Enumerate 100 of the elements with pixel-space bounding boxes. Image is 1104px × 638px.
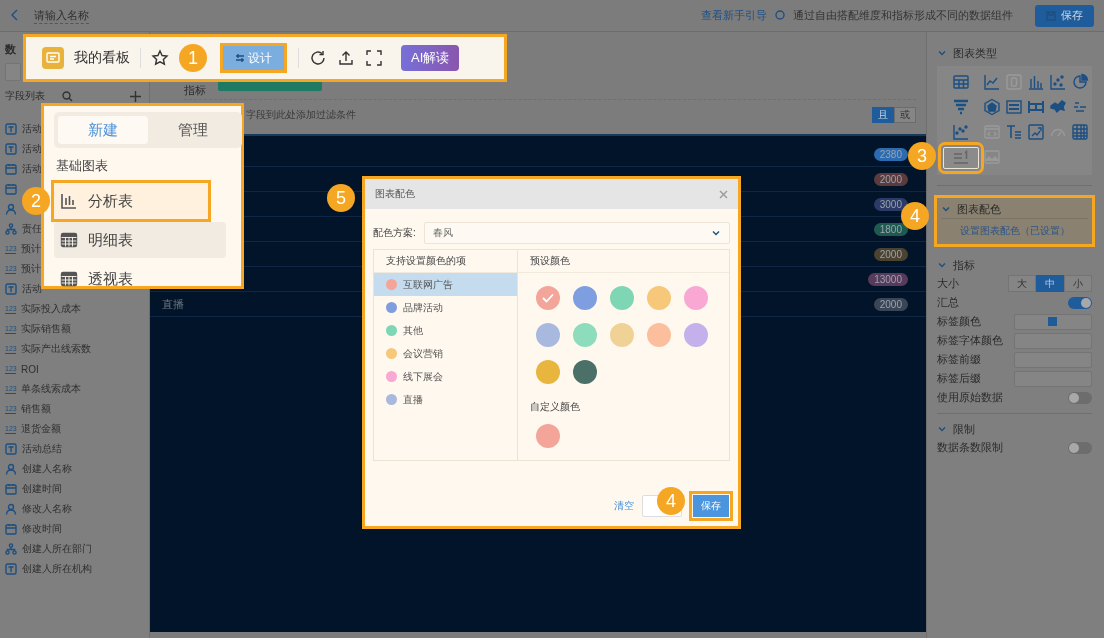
section-title: 限制 xyxy=(953,421,975,437)
field-item[interactable]: 创建人所在部门 xyxy=(22,542,92,556)
column-header: 预设颜色 xyxy=(518,250,729,273)
chevron-icon xyxy=(937,424,947,434)
section-title: 基础图表 xyxy=(56,157,109,175)
logic-toggle[interactable]: 且 xyxy=(872,107,894,124)
field-item[interactable]: 实际销售额 xyxy=(21,322,71,336)
series-item[interactable]: 其他 xyxy=(374,319,517,342)
toggle-switch[interactable] xyxy=(1068,391,1092,404)
series-item[interactable]: 品牌活动 xyxy=(374,296,517,319)
step-number: 4 xyxy=(901,202,929,230)
ai-button[interactable]: AI解读 xyxy=(401,45,460,71)
person-icon xyxy=(5,203,17,215)
toggle-switch[interactable] xyxy=(1068,441,1092,454)
row-label: 直播 xyxy=(162,297,184,310)
size-option[interactable]: 大 xyxy=(1008,275,1036,292)
field-item[interactable]: 活动总结 xyxy=(22,442,62,456)
value-badge: 13000 xyxy=(868,272,908,286)
field-item[interactable]: 创建人名称 xyxy=(22,462,72,476)
size-option[interactable]: 中 xyxy=(1036,275,1064,292)
color-swatch[interactable] xyxy=(610,323,634,347)
scheme-select[interactable]: 春风 xyxy=(423,222,730,244)
series-item[interactable]: 会议营销 xyxy=(374,342,517,365)
color-swatch[interactable] xyxy=(536,323,560,347)
color-swatch[interactable] xyxy=(647,323,671,347)
series-item[interactable]: 互联网广告 xyxy=(374,273,517,296)
search-icon xyxy=(62,90,73,102)
field-item[interactable]: 活动 xyxy=(22,142,42,156)
field-item[interactable]: 预计 xyxy=(21,242,41,256)
field-item[interactable]: ROI xyxy=(21,363,39,375)
logic-toggle[interactable]: 或 xyxy=(894,107,916,124)
color-swatch[interactable] xyxy=(573,360,597,384)
field-label: 配色方案: xyxy=(373,226,416,240)
clear-link[interactable]: 清空 xyxy=(614,499,634,513)
column-chart-icon xyxy=(1027,73,1045,91)
line-chart-icon xyxy=(983,73,1001,91)
color-swatch[interactable] xyxy=(573,323,597,347)
tab[interactable]: 管理 xyxy=(148,116,238,144)
help-icon xyxy=(775,9,785,20)
name-field[interactable]: 请输入名称 xyxy=(34,7,89,24)
size-option[interactable]: 小 xyxy=(1064,275,1092,292)
field-item[interactable]: 预计 xyxy=(21,262,41,276)
back-icon xyxy=(10,7,20,22)
color-swatch[interactable] xyxy=(536,424,560,448)
text-chart-icon xyxy=(1005,123,1023,141)
toggle-switch[interactable] xyxy=(1068,296,1092,309)
scatter-chart-icon xyxy=(1049,73,1067,91)
metric-chip[interactable] xyxy=(218,81,322,92)
hierarchy-icon xyxy=(5,543,17,555)
property-label: 大小 xyxy=(937,276,960,291)
chevron-icon xyxy=(711,228,721,238)
color-swatch[interactable] xyxy=(684,323,708,347)
plus-icon xyxy=(130,90,141,102)
design-button[interactable]: 设计 xyxy=(223,46,284,70)
pie-chart-icon xyxy=(1071,73,1089,91)
color-swatch[interactable] xyxy=(610,286,634,310)
field-item[interactable]: 退货金额 xyxy=(21,422,61,436)
board-name: 我的看板 xyxy=(74,49,130,67)
dialog-title: 图表配色 xyxy=(375,187,416,201)
tab[interactable]: 新建 xyxy=(58,116,148,144)
save-button[interactable]: 保存 xyxy=(1035,4,1094,27)
menu-item[interactable]: 透视表 xyxy=(54,261,208,297)
field-item[interactable]: 单条线索成本 xyxy=(21,382,81,396)
field-item[interactable]: 活动 xyxy=(22,282,42,296)
field-item[interactable]: 实际投入成本 xyxy=(21,302,81,316)
color-swatch[interactable] xyxy=(536,286,560,310)
color-swatch[interactable] xyxy=(647,286,671,310)
hierarchy-icon xyxy=(5,223,17,235)
section-title: 自定义颜色 xyxy=(529,400,581,414)
chevron-icon xyxy=(941,204,951,214)
calendar-icon xyxy=(5,483,17,495)
series-item[interactable]: 直播 xyxy=(374,388,517,411)
field-item[interactable]: 创建人所在机构 xyxy=(22,562,92,576)
color-picker[interactable] xyxy=(1013,313,1092,330)
field-item[interactable]: 活动 xyxy=(22,162,42,176)
field-item[interactable]: 活动 xyxy=(22,122,42,136)
board-icon xyxy=(42,47,64,69)
step-number: 4 xyxy=(657,487,685,515)
table-icon xyxy=(60,231,78,249)
calendar-icon xyxy=(5,163,17,175)
field-item[interactable]: 修改人名称 xyxy=(22,502,72,516)
color-swatch[interactable] xyxy=(684,286,708,310)
field-item[interactable]: 销售额 xyxy=(21,402,51,416)
value-badge: 2380 xyxy=(873,147,908,161)
color-swatch[interactable] xyxy=(573,286,597,310)
field-item[interactable]: 责任 xyxy=(22,222,42,236)
step-number: 2 xyxy=(22,187,50,215)
field-item[interactable]: 实际产出线索数 xyxy=(21,342,91,356)
frame-chart-icon xyxy=(1027,123,1045,141)
property-label: 标签后缀 xyxy=(937,371,982,386)
color-swatch[interactable] xyxy=(536,360,560,384)
chevron-icon xyxy=(937,260,947,270)
menu-item[interactable]: 明细表 xyxy=(54,222,226,258)
guide-link[interactable]: 查看新手引导 xyxy=(701,8,767,23)
series-item[interactable]: 线下展会 xyxy=(374,365,517,388)
field-item[interactable]: 修改时间 xyxy=(22,522,62,536)
field-item[interactable]: 创建时间 xyxy=(22,482,62,496)
section-title: 指标 xyxy=(953,257,975,273)
color-settings-link[interactable]: 设置图表配色（已设置） xyxy=(941,218,1088,240)
close-icon xyxy=(719,189,728,199)
